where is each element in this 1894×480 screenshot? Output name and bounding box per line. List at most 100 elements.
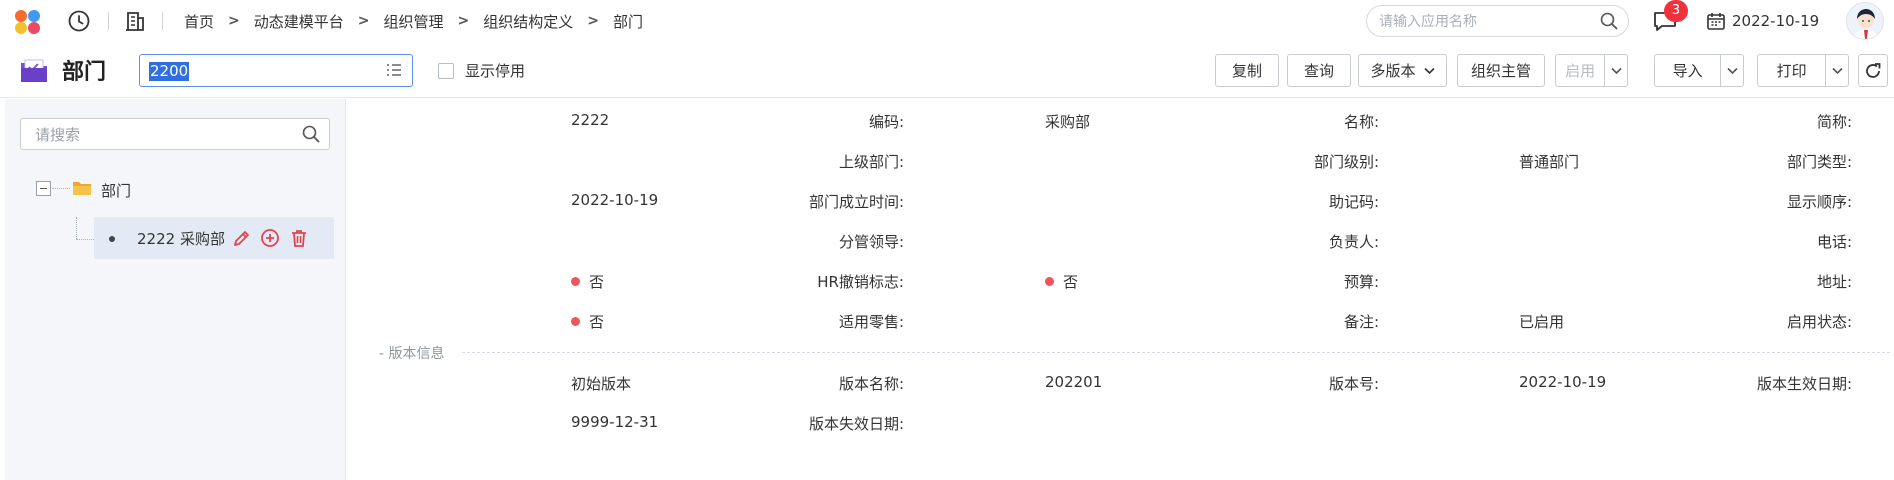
delete-icon[interactable] (288, 227, 310, 249)
chevron-right-icon: > (587, 13, 599, 29)
version-section-title[interactable]: - 版本信息 (379, 343, 455, 363)
document-building-icon[interactable] (123, 8, 149, 34)
breadcrumb-item[interactable]: 组织管理 (384, 11, 444, 32)
established-label: 部门成立时间: (808, 193, 904, 211)
list-icon[interactable] (386, 63, 402, 81)
code-search-box: 2200 (139, 54, 413, 87)
tree-node-selected[interactable]: 2222 采购部 (94, 217, 334, 259)
version-expiry-value: 9999-12-31 (571, 413, 659, 431)
name-label: 名称: (1343, 113, 1379, 131)
nav-divider (108, 12, 109, 30)
collapse-toggle[interactable] (36, 181, 51, 196)
status-dot-icon (571, 277, 580, 286)
history-icon[interactable] (66, 8, 92, 34)
version-number-label: 版本号: (1328, 375, 1379, 393)
chevron-down-icon (1423, 67, 1435, 74)
search-icon[interactable] (302, 125, 320, 147)
enable-button[interactable]: 启用 (1556, 55, 1606, 86)
nav-divider (162, 12, 163, 30)
breadcrumb-item[interactable]: 动态建模平台 (254, 11, 344, 32)
edit-icon[interactable] (231, 227, 253, 249)
refresh-icon (1866, 62, 1881, 78)
import-dropdown[interactable] (1721, 55, 1743, 86)
code-value: 2222 (571, 111, 610, 129)
print-dropdown[interactable] (1826, 55, 1848, 86)
department-icon (20, 57, 48, 83)
parent-dept-label: 上级部门: (838, 153, 904, 171)
chevron-right-icon: > (357, 13, 370, 29)
bullet-icon (109, 236, 115, 242)
folder-icon (72, 179, 92, 201)
section-divider (462, 352, 1890, 353)
retail-text: 否 (589, 313, 605, 331)
status-value: 已启用 (1519, 313, 1565, 331)
display-order-label: 显示顺序: (1786, 193, 1852, 211)
budget-value: 否 (1045, 271, 1078, 292)
hr-revoke-label: HR撤销标志: (817, 273, 904, 291)
print-split-button: 打印 (1757, 54, 1849, 87)
breadcrumb-item[interactable]: 首页 (184, 11, 214, 32)
tree-node-label[interactable]: 2222 采购部 (137, 228, 225, 249)
dept-level-label: 部门级别: (1313, 153, 1379, 171)
multi-version-label: 多版本 (1370, 62, 1416, 80)
top-nav-bar: 首页 > 动态建模平台 > 组织管理 > 组织结构定义 > 部门 3 2022-… (0, 0, 1894, 42)
short-name-label: 简称: (1816, 113, 1852, 131)
date-label: 2022-10-19 (1732, 12, 1820, 30)
multi-version-button[interactable]: 多版本 (1358, 54, 1447, 87)
notification-badge: 3 (1664, 0, 1688, 22)
chevron-right-icon: > (228, 13, 240, 29)
phone-label: 电话: (1816, 233, 1852, 251)
breadcrumb: 首页 > 动态建模平台 > 组织管理 > 组织结构定义 > 部门 (184, 0, 643, 42)
established-value: 2022-10-19 (571, 191, 659, 209)
budget-label: 预算: (1343, 273, 1379, 291)
print-button[interactable]: 打印 (1758, 55, 1827, 86)
tree-node-root[interactable]: 部门 (101, 180, 131, 201)
version-name-value: 初始版本 (571, 375, 632, 393)
app-logo[interactable] (14, 9, 42, 35)
code-input-selection: 2200 (149, 62, 190, 81)
name-value: 采购部 (1045, 113, 1091, 131)
breadcrumb-item-current: 部门 (613, 12, 644, 31)
refresh-button[interactable] (1858, 54, 1888, 87)
code-label: 编码: (868, 113, 904, 131)
tree-search-input[interactable] (35, 125, 285, 145)
status-dot-icon (571, 317, 580, 326)
copy-button[interactable]: 复制 (1215, 54, 1279, 87)
show-disabled-checkbox[interactable] (438, 63, 454, 79)
hr-revoke-text: 否 (589, 273, 605, 291)
version-effective-value: 2022-10-19 (1519, 373, 1607, 391)
mnemonic-label: 助记码: (1328, 193, 1379, 211)
import-button[interactable]: 导入 (1655, 55, 1722, 86)
dept-type-value: 普通部门 (1519, 153, 1580, 171)
enable-dropdown[interactable] (1605, 55, 1627, 86)
chevron-down-icon (1611, 67, 1622, 74)
version-effective-label: 版本生效日期: (1756, 375, 1852, 393)
page-toolbar: 部门 2200 显示停用 复制 查询 多版本 组织主管 启用 导入 打印 (0, 42, 1894, 98)
owner-label: 负责人: (1328, 233, 1379, 251)
leader-label: 分管领导: (838, 233, 904, 251)
hr-revoke-value: 否 (571, 271, 604, 292)
version-expiry-label: 版本失效日期: (808, 415, 904, 433)
chevron-down-icon (1727, 67, 1738, 74)
search-icon[interactable] (1600, 12, 1618, 34)
address-label: 地址: (1816, 273, 1852, 291)
tree-connector (76, 239, 96, 240)
add-circle-icon[interactable] (259, 227, 281, 249)
version-name-label: 版本名称: (838, 375, 904, 393)
dept-type-label: 部门类型: (1786, 153, 1852, 171)
org-manager-button[interactable]: 组织主管 (1457, 54, 1545, 87)
query-button[interactable]: 查询 (1287, 54, 1351, 87)
avatar[interactable] (1846, 2, 1884, 40)
status-label: 启用状态: (1786, 313, 1852, 331)
tree-connector (76, 217, 77, 239)
app-search-input[interactable] (1379, 12, 1589, 32)
tree-search-box (20, 118, 330, 150)
chevron-down-icon (1832, 67, 1843, 74)
department-tree-panel: 部门 2222 采购部 (5, 99, 346, 480)
current-date[interactable]: 2022-10-19 (1706, 0, 1819, 42)
breadcrumb-item[interactable]: 组织结构定义 (483, 11, 573, 32)
show-disabled-label[interactable]: 显示停用 (465, 60, 525, 81)
budget-text: 否 (1063, 273, 1079, 291)
app-search-box (1366, 5, 1629, 37)
status-dot-icon (1045, 277, 1054, 286)
